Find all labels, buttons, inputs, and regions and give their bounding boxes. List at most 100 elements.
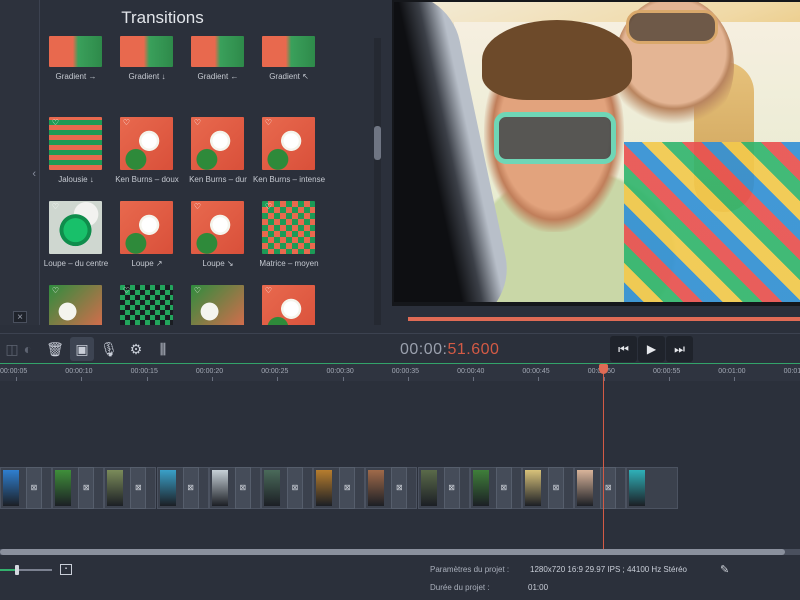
clip-thumbnail	[368, 470, 385, 506]
transition-tile[interactable]: ♡	[259, 285, 330, 325]
record-voice-icon[interactable]: 🎙	[97, 337, 121, 361]
transition-marker-icon[interactable]: ⊠	[391, 467, 408, 509]
timecode-main: 00:00:	[400, 341, 448, 358]
transition-marker-icon[interactable]: ⊠	[130, 467, 147, 509]
transition-label: Gradient ←	[197, 72, 239, 81]
project-settings-label: Paramètres du projet :	[430, 565, 510, 574]
clip-thumbnail	[472, 470, 489, 506]
zoom-slider-handle[interactable]	[15, 565, 19, 575]
image-properties-icon[interactable]: ▣	[70, 337, 94, 361]
transition-label: Matrice – moyen	[259, 259, 319, 268]
favorite-heart-icon[interactable]: ♡	[193, 119, 202, 127]
transition-thumbnail	[262, 36, 315, 67]
transition-tile[interactable]: ♡ Loupe ↘	[188, 201, 259, 288]
timeline-tracks[interactable]: ⊠ ⊠ ⊠ ⊠ ⊠ ⊠ ⊠ ⊠ ⊠ ⊠ ⊠ ⊠	[0, 381, 800, 549]
clip-thumbnail	[420, 470, 437, 506]
favorite-heart-icon[interactable]: ♡	[193, 203, 202, 211]
scrollbar-thumb[interactable]	[374, 126, 381, 160]
transitions-panel: Transitions Gradient → Gradient ↓ Gradient…	[40, 0, 390, 325]
ruler-tick-label: 00:01:00	[718, 368, 746, 375]
close-panel-button[interactable]: ×	[13, 311, 27, 323]
ruler-tick-label: 00:00:45	[522, 368, 550, 375]
ruler-tick-label: 00:00:10	[65, 368, 93, 375]
ruler-tick-label: 00:00:15	[130, 368, 158, 375]
transition-tile[interactable]: ♡	[46, 285, 117, 325]
photo-detail	[482, 20, 632, 100]
favorite-heart-icon[interactable]: ♡	[122, 287, 131, 295]
transition-marker-icon[interactable]: ⊠	[234, 467, 251, 509]
delete-icon[interactable]: 🗑	[43, 337, 67, 361]
transition-tile[interactable]: Gradient ↓	[117, 36, 188, 120]
zoom-slider[interactable]	[0, 569, 52, 571]
settings-gear-icon[interactable]: ⚙	[124, 337, 148, 361]
equalizer-icon[interactable]: ⫼	[151, 337, 175, 361]
ruler-tick-label: 00:00:40	[457, 368, 485, 375]
transition-tile[interactable]: ♡	[188, 285, 259, 325]
transition-tile[interactable]: ♡ Ken Burns – intense	[253, 117, 330, 204]
favorite-heart-icon[interactable]: ♡	[264, 287, 273, 295]
favorite-heart-icon[interactable]: ♡	[264, 203, 273, 211]
edit-settings-icon[interactable]: ✎	[720, 563, 729, 576]
transition-label: Loupe ↘	[202, 259, 234, 268]
playhead-handle[interactable]	[599, 364, 608, 374]
transition-marker-icon[interactable]: ⊠	[182, 467, 199, 509]
transition-marker-icon[interactable]: ⊠	[443, 467, 460, 509]
clip-thumbnail	[55, 470, 72, 506]
transition-tile[interactable]: Gradient →	[46, 36, 117, 120]
transition-tile[interactable]: Gradient ←	[188, 36, 259, 120]
clip-thumbnail	[3, 470, 19, 506]
zoom-fit-icon[interactable]: ▪	[60, 564, 72, 575]
timeline-ruler[interactable]: 00:00:05 00:00:10 00:00:15 00:00:20 00:00:25…	[0, 363, 800, 381]
transitions-scrollbar[interactable]	[374, 38, 381, 325]
transition-tile[interactable]: ♡ Ken Burns – dur	[188, 117, 259, 204]
clip-thumbnail	[264, 470, 280, 506]
transition-label: Loupe – du centre	[43, 259, 109, 268]
transition-label: Ken Burns – intense	[252, 175, 326, 184]
favorite-heart-icon[interactable]: ♡	[51, 119, 60, 127]
video-preview[interactable]	[392, 0, 800, 306]
zoom-slider-fill	[0, 569, 16, 571]
ruler-tick-label: 00:00:05	[0, 368, 28, 375]
favorite-heart-icon[interactable]: ♡	[122, 119, 131, 127]
transition-thumbnail: ♡	[262, 201, 315, 254]
clip-thumbnail	[211, 470, 228, 506]
clip-thumbnail	[316, 470, 333, 506]
project-duration-label: Durée du projet :	[430, 583, 490, 592]
transition-tile[interactable]: Gradient ↖	[259, 36, 330, 120]
next-frame-icon[interactable]: ⏭	[666, 336, 693, 362]
transition-tile[interactable]: ♡ Ken Burns – doux	[115, 117, 188, 204]
transition-tile[interactable]: ♡ Loupe – du centre	[44, 201, 117, 288]
project-settings-value: 1280x720 16:9 29.97 IPS ; 44100 Hz Stéré…	[530, 565, 688, 574]
transition-marker-icon[interactable]: ⊠	[78, 467, 95, 509]
transition-tile[interactable]: ♡ Matrice – moyen	[259, 201, 330, 288]
transition-tile[interactable]: ♡	[117, 285, 188, 325]
favorite-heart-icon[interactable]: ♡	[51, 203, 60, 211]
transition-thumbnail: ♡	[49, 201, 102, 254]
transition-marker-icon[interactable]: ⊠	[548, 467, 564, 509]
color-adjust-icon[interactable]: ◐	[16, 337, 40, 361]
transition-thumbnail: ♡	[191, 117, 244, 170]
transition-marker-icon[interactable]: ⊠	[26, 467, 42, 509]
video-track[interactable]: ⊠ ⊠ ⊠ ⊠ ⊠ ⊠ ⊠ ⊠ ⊠ ⊠ ⊠ ⊠	[0, 467, 712, 509]
previous-frame-icon[interactable]: ⏮	[610, 336, 637, 362]
ruler-tick-label: 00:00:25	[261, 368, 289, 375]
transition-marker-icon[interactable]: ⊠	[495, 467, 512, 509]
transition-marker-icon[interactable]: ⊠	[287, 467, 303, 509]
transition-thumbnail: ♡	[49, 117, 102, 170]
transition-thumbnail: ♡	[191, 285, 244, 325]
play-icon[interactable]: ▶	[638, 336, 665, 362]
ruler-tick-label: 00:01:05	[783, 368, 800, 375]
status-bar: ▪ Paramètres du projet : 1280x720 16:9 2…	[0, 555, 800, 600]
transition-tile[interactable]: Loupe ↗	[117, 201, 188, 288]
transition-marker-icon[interactable]: ⊠	[339, 467, 356, 509]
preview-progress-bar[interactable]	[408, 317, 800, 321]
collapse-panel-icon[interactable]: ‹	[32, 168, 36, 180]
transition-label: Ken Burns – doux	[115, 175, 179, 184]
transition-tile[interactable]: ♡ Jalousie ↓	[46, 117, 117, 204]
clip-thumbnail	[107, 470, 124, 506]
favorite-heart-icon[interactable]: ♡	[264, 119, 273, 127]
favorite-heart-icon[interactable]: ♡	[51, 287, 60, 295]
favorite-heart-icon[interactable]: ♡	[193, 287, 202, 295]
video-clip[interactable]	[626, 467, 679, 509]
playhead-line[interactable]	[603, 366, 604, 550]
